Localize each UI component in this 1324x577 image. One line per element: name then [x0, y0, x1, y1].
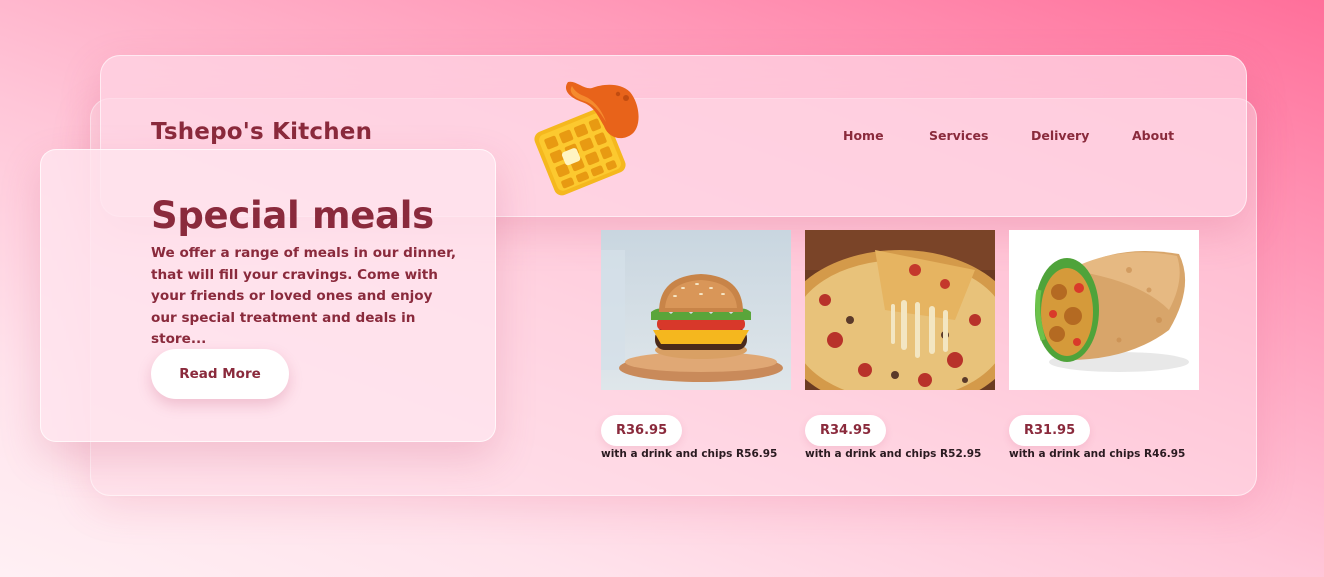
combo-price-text: with a drink and chips R52.95 [805, 448, 982, 460]
read-more-button[interactable]: Read More [151, 349, 289, 399]
price-badge: R31.95 [1009, 415, 1091, 446]
price-badge: R36.95 [601, 415, 683, 446]
combo-price-text: with a drink and chips R46.95 [1009, 448, 1186, 460]
nav-item-about[interactable]: About [1132, 128, 1174, 143]
waffle-chicken-wing-icon [532, 76, 644, 198]
nav-item-delivery[interactable]: Delivery [1031, 128, 1089, 143]
wrap-image[interactable] [1009, 230, 1199, 390]
combo-price-text: with a drink and chips R56.95 [601, 448, 778, 460]
nav-item-services[interactable]: Services [929, 128, 988, 143]
hero-title: Special meals [151, 194, 434, 237]
pizza-image[interactable] [805, 230, 995, 390]
price-badge: R34.95 [805, 415, 887, 446]
burger-image[interactable] [601, 230, 791, 390]
brand-name[interactable]: Tshepo's Kitchen [151, 119, 372, 145]
hero-description: We offer a range of meals in our dinner,… [151, 245, 456, 347]
nav-item-home[interactable]: Home [843, 128, 884, 143]
